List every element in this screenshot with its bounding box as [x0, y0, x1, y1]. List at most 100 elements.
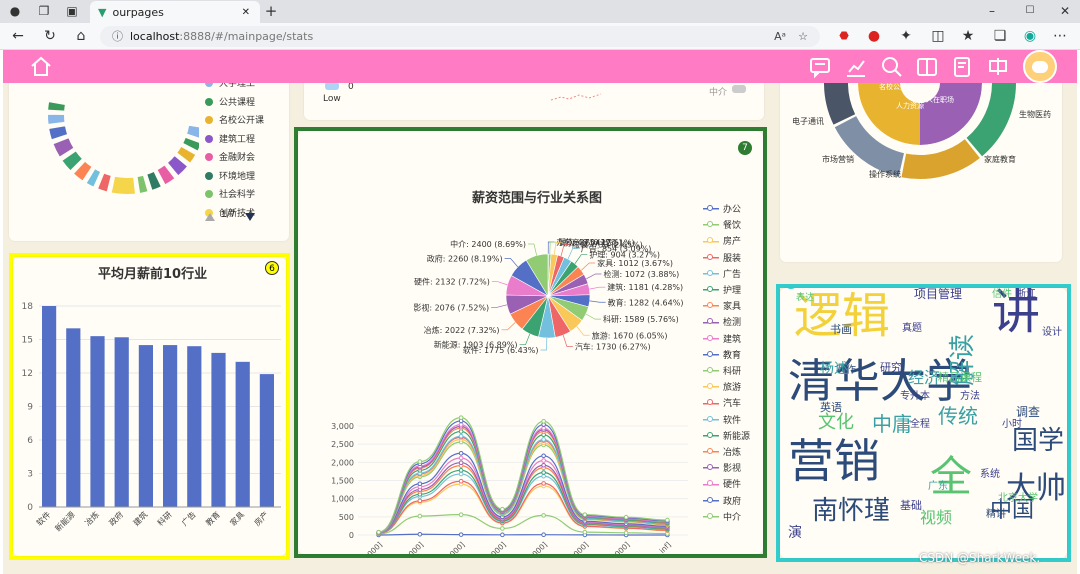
- avatar[interactable]: [1023, 50, 1057, 83]
- close-tab-icon[interactable]: ✕: [242, 7, 250, 18]
- legend-dot-icon: [205, 83, 213, 87]
- line-point: [541, 462, 546, 468]
- industry-legend-item[interactable]: 中介: [703, 512, 741, 524]
- legend-dot-icon: [707, 448, 713, 454]
- legend-dot-icon: [707, 286, 713, 292]
- industry-legend-item[interactable]: 护理: [703, 285, 741, 297]
- wordcloud-word: 信件: [992, 289, 1012, 300]
- abc-search-icon[interactable]: [880, 55, 904, 79]
- industry-legend-item[interactable]: 汽车: [703, 398, 741, 410]
- legend-prev-icon[interactable]: [205, 213, 215, 221]
- minimize-icon[interactable]: –: [985, 4, 999, 18]
- wordcloud-word: 文化: [818, 412, 854, 433]
- line-point: [500, 526, 505, 531]
- category-legend-item[interactable]: 公共课程: [205, 97, 255, 109]
- pie-label-line: [501, 322, 516, 331]
- industry-legend-item[interactable]: 冶炼: [703, 447, 741, 459]
- industry-legend-item[interactable]: 广告: [703, 269, 741, 281]
- line-ytick-label: 3,000: [331, 422, 354, 431]
- sound-icon[interactable]: [986, 55, 1010, 79]
- line-point: [541, 437, 546, 442]
- bar-教育: [211, 352, 226, 507]
- wordcloud-word: 视频: [920, 508, 953, 527]
- category-legend-item[interactable]: 建筑工程: [205, 134, 255, 146]
- more-icon[interactable]: ⋯: [1052, 28, 1068, 44]
- extensions-icon[interactable]: ✦: [898, 28, 914, 44]
- legend-line-icon: [703, 367, 719, 375]
- industry-legend-item[interactable]: 餐饮: [703, 220, 741, 232]
- category-legend-item[interactable]: 社会科学: [205, 189, 255, 201]
- pie-label-line: [585, 313, 601, 320]
- split-screen-icon[interactable]: ◫: [930, 28, 946, 44]
- home-icon[interactable]: [29, 55, 53, 79]
- legend-next-icon[interactable]: [245, 213, 255, 221]
- tab-actions-icon[interactable]: ▣: [65, 4, 79, 18]
- message-icon[interactable]: [808, 55, 832, 79]
- chart-icon[interactable]: [844, 55, 868, 79]
- bar-ytick-label: 9: [27, 403, 33, 413]
- legend-label: 公共课程: [219, 97, 256, 108]
- industry-legend-item[interactable]: 新能源: [703, 431, 750, 443]
- stats-dashboard: 大学理工 公共课程 名校公开课 建筑工程 金融财会 环境地理 社会科学 创新技术 1/7 0 …: [3, 83, 1077, 574]
- wordcloud-word: 经济: [908, 368, 941, 387]
- industry-legend-item[interactable]: 办公: [703, 204, 741, 216]
- label-family-edu: 家庭教育: [984, 155, 1016, 164]
- legend-line-icon: [703, 221, 719, 230]
- game-extension-icon[interactable]: ◉: [1022, 28, 1038, 44]
- category-legend-item[interactable]: 金融财会: [205, 152, 255, 164]
- profile-icon[interactable]: ●: [8, 4, 22, 18]
- pie-label-line: [491, 304, 508, 308]
- legend-label: 新能源: [723, 431, 751, 442]
- extension-red-icon[interactable]: ●: [866, 28, 882, 44]
- industry-legend-item[interactable]: 房产: [703, 236, 741, 248]
- line-point: [541, 473, 546, 479]
- industry-legend-item[interactable]: 旅游: [703, 382, 741, 394]
- pie-slice-label: 家具: 1012 (3.67%): [597, 258, 673, 268]
- legend-label: 服装: [723, 253, 742, 264]
- wordcloud-word: 全程: [910, 419, 930, 430]
- edit-icon[interactable]: [951, 55, 975, 79]
- favorite-star-icon[interactable]: ☆: [798, 26, 808, 47]
- maximize-icon[interactable]: ☐: [1023, 4, 1037, 18]
- adblock-icon[interactable]: ⬣: [836, 28, 852, 44]
- bar-xtick-label: 建筑: [131, 509, 149, 527]
- address-bar[interactable]: ⓘ localhost:8888/#/mainpage/stats Aᵃ ☆: [100, 26, 820, 47]
- category-legend-item[interactable]: 环境地理: [205, 171, 255, 183]
- tab-ourpages[interactable]: ▼ ourpages ✕: [90, 1, 260, 23]
- read-aloud-icon[interactable]: Aᵃ: [774, 26, 786, 47]
- legend-line-icon: [703, 464, 719, 473]
- industry-legend-item[interactable]: 检测: [703, 317, 741, 329]
- wordcloud-word: 精讲: [986, 509, 1006, 520]
- industry-legend-item[interactable]: 家具: [703, 301, 741, 313]
- favorites-icon[interactable]: ★: [960, 28, 976, 44]
- line-xtick-label: (20001, 30000]: [584, 540, 632, 554]
- industry-legend-item[interactable]: 影视: [703, 463, 741, 475]
- industry-legend-item[interactable]: 硬件: [703, 479, 741, 491]
- back-icon[interactable]: ←: [10, 28, 26, 44]
- pie-slice-label: 旅游: 1670 (6.05%): [592, 330, 668, 340]
- pie-slice-label: 汽车: 1730 (6.27%): [575, 341, 651, 351]
- industry-legend-item[interactable]: 软件: [703, 415, 741, 427]
- legend-line-icon: [703, 269, 719, 278]
- legend-line-icon: [703, 383, 719, 392]
- close-window-icon[interactable]: ✕: [1058, 4, 1072, 18]
- workspaces-icon[interactable]: ❐: [37, 4, 51, 18]
- home-browser-icon[interactable]: ⌂: [73, 28, 89, 44]
- industry-legend-item[interactable]: 政府: [703, 496, 741, 508]
- line-point: [458, 450, 464, 456]
- legend-dot-icon: [205, 116, 213, 124]
- industry-legend-item[interactable]: 服装: [703, 253, 741, 265]
- book-icon[interactable]: [915, 55, 939, 79]
- collections-icon[interactable]: ❏: [992, 28, 1008, 44]
- legend-dot-icon: [707, 367, 713, 373]
- industry-legend-item[interactable]: 教育: [703, 350, 741, 362]
- pie-slice-label: 政府: 2260 (8.19%): [427, 254, 503, 264]
- refresh-icon[interactable]: ↻: [42, 28, 58, 44]
- category-legend-item[interactable]: 大学理工: [205, 83, 255, 90]
- industry-legend-item[interactable]: 建筑: [703, 334, 741, 346]
- industry-legend-item[interactable]: 科研: [703, 366, 741, 378]
- category-legend-item[interactable]: 名校公开课: [205, 115, 264, 127]
- legend-dot-icon: [205, 171, 213, 180]
- new-tab-button[interactable]: +: [264, 4, 278, 19]
- pie-label-line: [504, 258, 519, 268]
